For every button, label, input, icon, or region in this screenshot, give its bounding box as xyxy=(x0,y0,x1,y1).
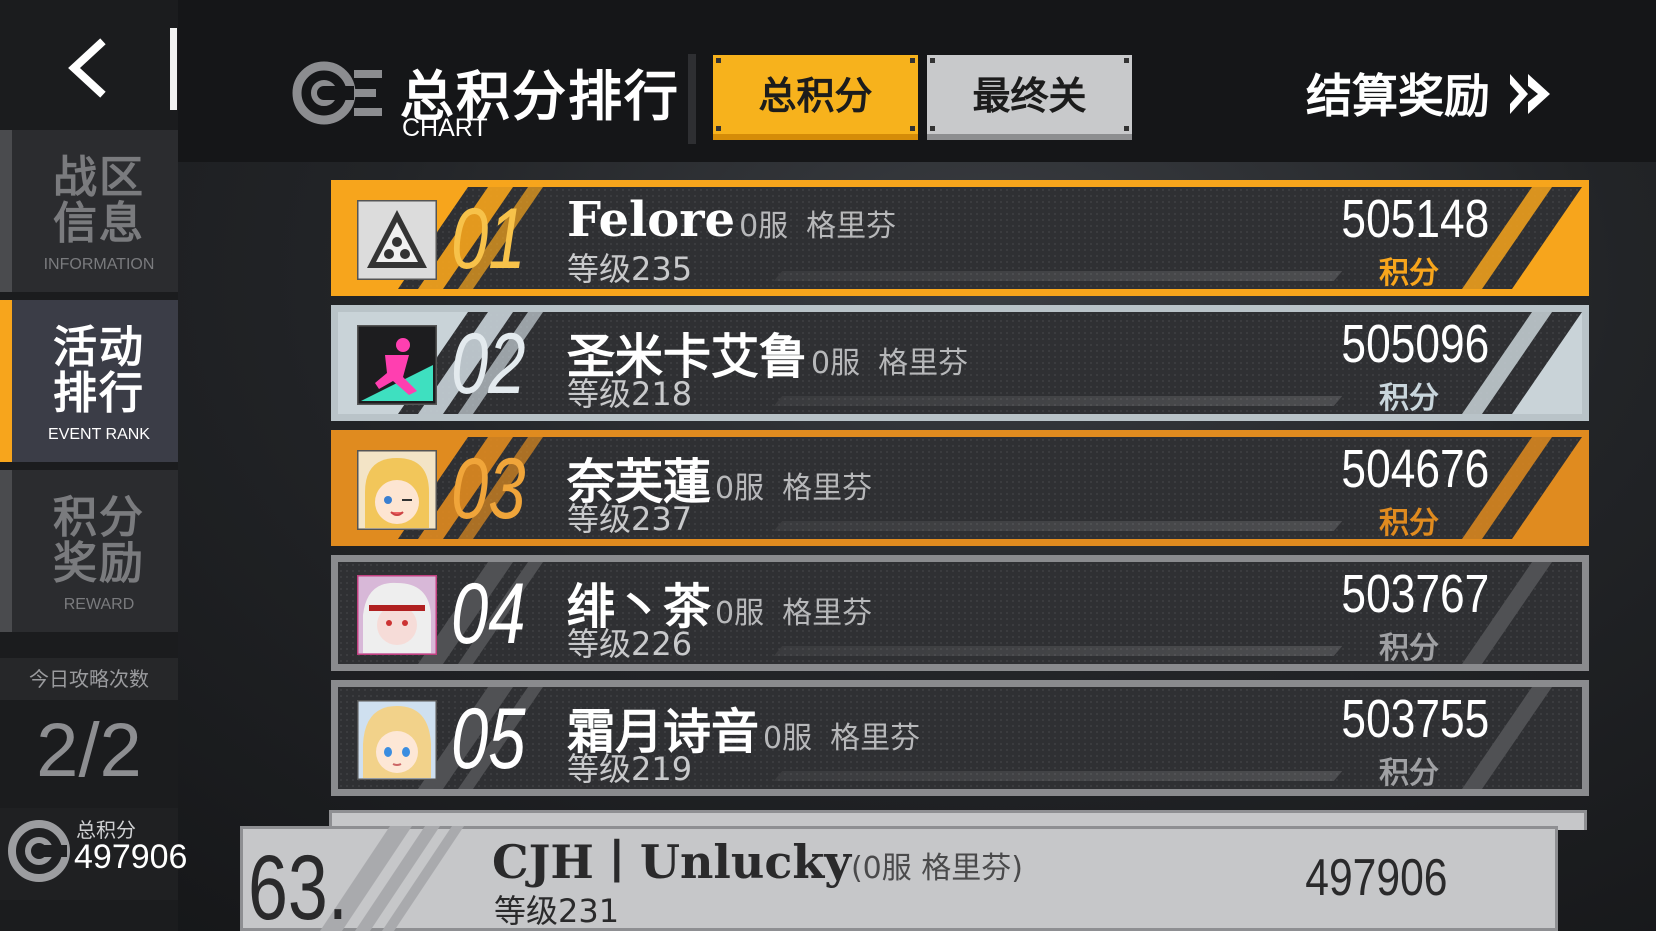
corner-dot xyxy=(716,58,721,63)
back-button[interactable] xyxy=(60,38,120,98)
rank-number: 03 xyxy=(451,441,526,537)
player-level: 等级218 xyxy=(567,375,693,413)
page-subtitle: CHART xyxy=(402,114,488,142)
attempts-value: 2/2 xyxy=(36,708,142,793)
player-faction: 格里芬 xyxy=(830,721,921,756)
player-server: 0服 xyxy=(715,471,765,506)
player-avatar xyxy=(357,325,437,405)
score-label: 积分 xyxy=(1379,381,1439,416)
settlement-reward-label: 结算奖励 xyxy=(1306,69,1490,123)
player-score: 504676 xyxy=(1341,439,1489,499)
player-faction: 格里芬 xyxy=(782,471,873,506)
player-level: 等级235 xyxy=(567,250,693,288)
player-avatar xyxy=(357,450,437,530)
total-score-value: 497906 xyxy=(74,838,188,876)
player-score: 505096 xyxy=(1341,314,1489,374)
player-level: 等级226 xyxy=(567,625,693,663)
score-label: 积分 xyxy=(1379,631,1439,666)
player-server: 0服 xyxy=(715,596,765,631)
corner-dot xyxy=(1124,58,1129,63)
corner-dot xyxy=(930,58,935,63)
corner-dot xyxy=(716,126,721,131)
rank-number: 04 xyxy=(451,566,526,662)
chevron-left-icon xyxy=(68,38,106,98)
level-bar xyxy=(773,396,1343,406)
player-info: Felore 0服 格里芬 xyxy=(567,192,896,248)
level-bar xyxy=(773,646,1343,656)
double-chevron-right-icon xyxy=(1510,74,1550,114)
divider xyxy=(170,28,177,110)
player-server: 0服 xyxy=(811,346,861,381)
ranking-row[interactable]: 05 霜月诗音 0服 格里芬 等级219 503755 积分 xyxy=(331,680,1589,796)
rank-number: 05 xyxy=(451,691,526,787)
rank-number: 02 xyxy=(451,316,526,412)
player-level: 等级237 xyxy=(567,500,693,538)
corner-dot xyxy=(910,126,915,131)
ranking-row[interactable]: 04 绯丶茶 0服 格里芬 等级226 503767 积分 xyxy=(331,555,1589,671)
corner-dot xyxy=(1124,126,1129,131)
griffin-chart-icon xyxy=(292,61,382,125)
level-bar xyxy=(773,521,1343,531)
player-avatar xyxy=(357,200,437,280)
sidebar-item-indicator xyxy=(0,130,12,292)
level-bar xyxy=(773,771,1343,781)
sidebar-item-indicator xyxy=(0,470,12,632)
sidebar-item-label: 奖励 xyxy=(53,538,145,589)
my-rank-number: 63. xyxy=(248,837,348,931)
my-total-score: 总积分 497906 xyxy=(0,808,187,900)
sidebar-item-sublabel: INFORMATION xyxy=(43,256,155,273)
settlement-reward-button[interactable]: 结算奖励 xyxy=(1306,60,1562,126)
my-rank-row[interactable]: 63. CJH丨Unlucky(0服 格里芬) 等级231 497906 xyxy=(240,810,1587,931)
player-name: Felore xyxy=(567,192,736,248)
corner-dot xyxy=(910,58,915,63)
player-server: 0服 xyxy=(763,721,813,756)
sidebar-item-information[interactable]: 战区 信息 INFORMATION xyxy=(0,130,178,292)
my-player-info: CJH丨Unlucky(0服 格里芬) xyxy=(492,826,1023,892)
attempts-label: 今日攻略次数 xyxy=(0,658,178,700)
score-label: 积分 xyxy=(1379,256,1439,291)
player-faction: 格里芬 xyxy=(782,596,873,631)
sidebar-item-label: 信息 xyxy=(53,198,145,249)
divider xyxy=(688,54,696,144)
ranking-row[interactable]: 01 Felore 0服 格里芬 等级235 505148 积分 xyxy=(331,180,1589,296)
sidebar-item-indicator xyxy=(0,300,12,462)
my-player-score: 497906 xyxy=(1305,849,1448,907)
player-score: 503767 xyxy=(1341,564,1489,624)
sidebar-item-label: 积分 xyxy=(53,492,145,543)
corner-dot xyxy=(930,126,935,131)
sidebar-item-reward[interactable]: 积分 奖励 REWARD xyxy=(0,470,178,632)
tab-label: 最终关 xyxy=(972,74,1087,118)
sidebar-item-sublabel: EVENT RANK xyxy=(48,426,150,443)
player-score: 503755 xyxy=(1341,689,1489,749)
player-server: 0服 xyxy=(739,209,789,244)
sidebar-item-event-rank[interactable]: 活动 排行 EVENT RANK xyxy=(0,300,178,462)
player-avatar xyxy=(357,575,437,655)
ranking-row[interactable]: 02 圣米卡艾鲁 0服 格里芬 等级218 505096 积分 xyxy=(331,305,1589,421)
rank-number: 01 xyxy=(451,191,526,287)
tab-label: 总积分 xyxy=(758,74,873,118)
tab-total-score[interactable]: 总积分 xyxy=(713,55,918,140)
level-bar xyxy=(773,271,1343,281)
sidebar-item-label: 活动 xyxy=(53,322,145,373)
griffin-logo-icon xyxy=(8,820,70,882)
my-player-server: (0服 格里芬) xyxy=(850,851,1023,886)
my-player-name: CJH丨Unlucky xyxy=(492,835,851,889)
score-label: 积分 xyxy=(1379,506,1439,541)
sidebar: 战区 信息 INFORMATION 活动 排行 EVENT RANK 积分 奖励… xyxy=(0,0,187,931)
player-score: 505148 xyxy=(1341,189,1489,249)
score-label: 积分 xyxy=(1379,756,1439,791)
sidebar-item-label: 战区 xyxy=(53,152,145,203)
sidebar-item-sublabel: REWARD xyxy=(63,596,135,613)
player-faction: 格里芬 xyxy=(806,209,897,244)
sidebar-item-label: 排行 xyxy=(53,368,145,419)
my-player-level: 等级231 xyxy=(494,892,620,930)
ranking-row[interactable]: 03 奈芙蓮 0服 格里芬 等级237 504676 积分 xyxy=(331,430,1589,546)
player-faction: 格里芬 xyxy=(878,346,969,381)
player-avatar xyxy=(357,700,437,780)
tab-final-stage[interactable]: 最终关 xyxy=(927,55,1132,140)
player-level: 等级219 xyxy=(567,750,693,788)
